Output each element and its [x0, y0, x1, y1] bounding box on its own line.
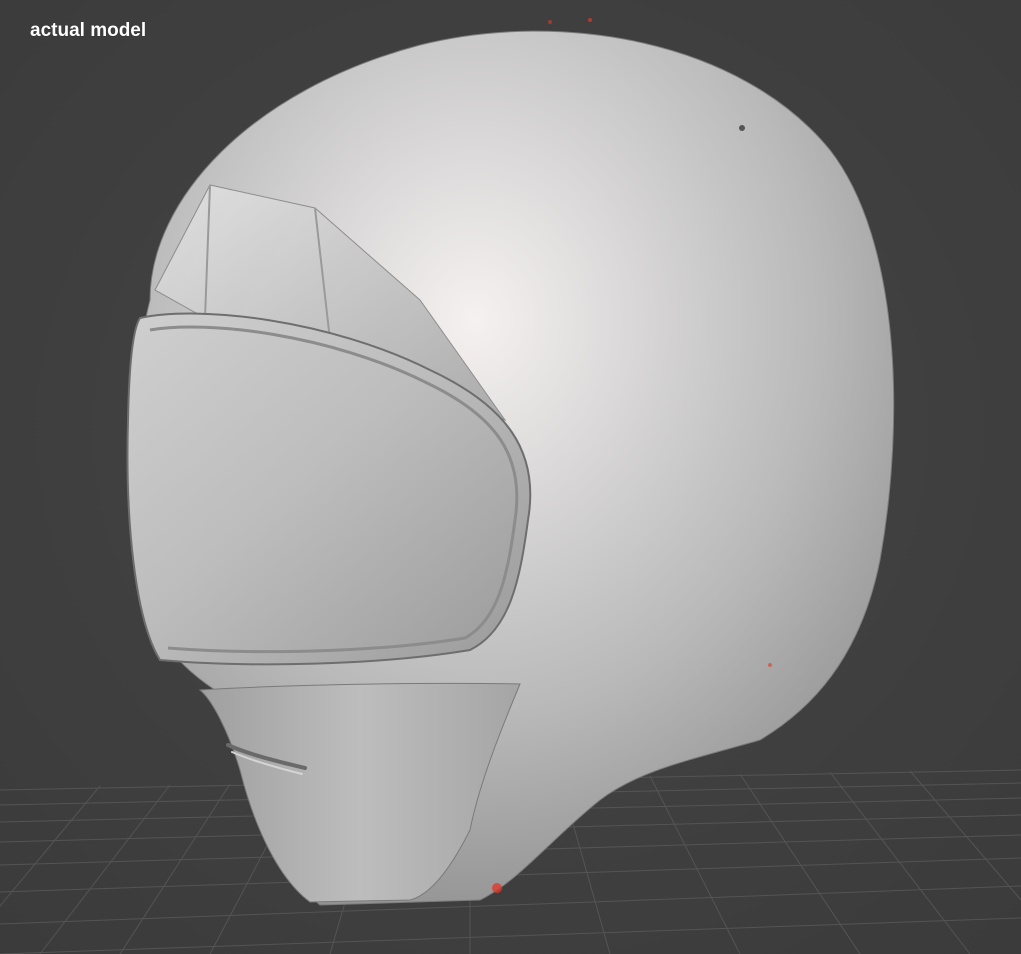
scene-canvas[interactable]: [0, 0, 1021, 954]
3d-viewport[interactable]: actual model: [0, 0, 1021, 954]
marker-point-top: [588, 18, 592, 22]
marker-point-top-left: [548, 20, 552, 24]
viewport-label: actual model: [30, 20, 147, 41]
marker-point-bottom: [492, 883, 502, 893]
surface-defect-mark: [739, 125, 745, 131]
marker-point-right: [768, 663, 772, 667]
